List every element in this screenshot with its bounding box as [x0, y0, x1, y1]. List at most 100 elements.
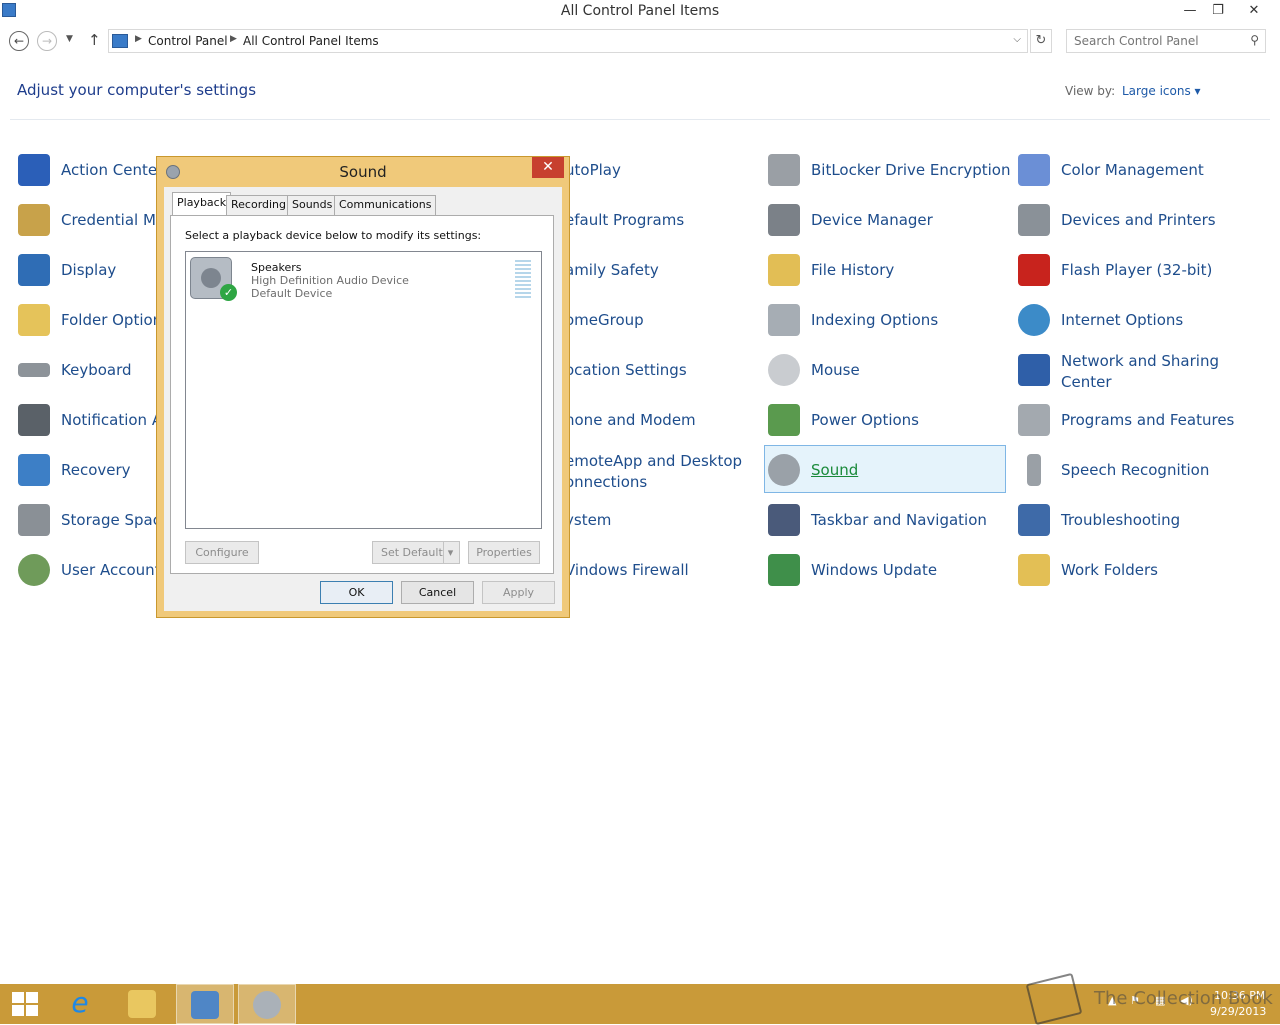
item-label: Troubleshooting	[1061, 511, 1181, 529]
breadcrumb-separator[interactable]: ▶	[135, 34, 142, 44]
set-default-button[interactable]: Set Default ▾	[372, 541, 460, 564]
device-manager-icon	[768, 204, 800, 236]
search-icon[interactable]: ⚲	[1250, 33, 1259, 47]
tab-playback[interactable]: Playback	[172, 192, 232, 216]
sound-dialog: Sound ✕ Playback Recording Sounds Commun…	[156, 156, 570, 618]
programs-icon	[1018, 404, 1050, 436]
view-by-dropdown[interactable]: Large icons ▾	[1122, 84, 1201, 98]
dialog-body: Playback Recording Sounds Communications…	[164, 187, 562, 611]
item-indexing-options[interactable]: Indexing Options	[765, 296, 1007, 344]
item-label: utoPlay	[565, 161, 621, 179]
device-status: Default Device	[251, 287, 333, 300]
item-flash-player[interactable]: Flash Player (32-bit)	[1015, 246, 1257, 294]
up-button[interactable]: ↑	[88, 31, 101, 49]
address-dropdown-icon[interactable]: ⌵	[1013, 34, 1021, 45]
device-name[interactable]: Speakers	[251, 261, 301, 274]
item-label: Keyboard	[61, 361, 132, 379]
breadcrumb-control-panel[interactable]: Control Panel	[148, 34, 228, 48]
restore-button[interactable]: ❐	[1204, 0, 1232, 22]
item-label: Action Center	[61, 161, 164, 179]
item-sound[interactable]: Sound	[764, 445, 1006, 493]
cancel-button[interactable]: Cancel	[401, 581, 474, 604]
breadcrumb-all-items[interactable]: All Control Panel Items	[243, 34, 379, 48]
apply-button[interactable]: Apply	[482, 581, 555, 604]
item-devices-printers[interactable]: Devices and Printers	[1015, 196, 1257, 244]
navigation-bar: ← → ▼ ↑ ▶ Control Panel ▶ All Control Pa…	[0, 28, 1280, 54]
item-label: File History	[811, 261, 895, 279]
item-label: Flash Player (32-bit)	[1061, 261, 1213, 279]
device-description: High Definition Audio Device	[251, 274, 409, 287]
item-internet-options[interactable]: Internet Options	[1015, 296, 1257, 344]
close-button[interactable]: ✕	[1240, 0, 1268, 22]
minimize-button[interactable]: —	[1176, 0, 1204, 22]
taskbar: e ▲ ⚑ ▦ ◀) 10:36 PM 9/29/2013	[0, 984, 1280, 1024]
refresh-button[interactable]: ↻	[1030, 29, 1052, 53]
breadcrumb-separator[interactable]: ▶	[230, 34, 237, 44]
mouse-icon	[768, 354, 800, 386]
item-network-sharing[interactable]: Network and Sharing Center	[1015, 346, 1257, 394]
item-color-management[interactable]: Color Management	[1015, 146, 1257, 194]
page-heading: Adjust your computer's settings	[17, 81, 257, 99]
windows-update-icon	[768, 554, 800, 586]
item-bitlocker[interactable]: BitLocker Drive Encryption	[765, 146, 1011, 194]
tab-sounds[interactable]: Sounds	[287, 195, 338, 215]
control-panel-icon	[112, 34, 128, 48]
magnifier-icon	[768, 304, 800, 336]
storage-icon	[18, 504, 50, 536]
file-explorer-icon	[128, 990, 156, 1018]
item-work-folders[interactable]: Work Folders	[1015, 546, 1257, 594]
start-button[interactable]	[0, 984, 50, 1024]
recovery-icon	[18, 454, 50, 486]
tab-recording[interactable]: Recording	[226, 195, 292, 215]
file-history-icon	[768, 254, 800, 286]
item-device-manager[interactable]: Device Manager	[765, 196, 1007, 244]
item-label: Taskbar and Navigation	[811, 511, 987, 529]
tab-communications[interactable]: Communications	[334, 195, 437, 215]
item-file-history[interactable]: File History	[765, 246, 1007, 294]
item-mouse[interactable]: Mouse	[765, 346, 1007, 394]
item-power-options[interactable]: Power Options	[765, 396, 1007, 444]
window-title: All Control Panel Items	[560, 3, 720, 19]
item-label: ystem	[565, 511, 612, 529]
printer-icon	[1018, 204, 1050, 236]
forward-button[interactable]: →	[37, 31, 57, 51]
taskbar-internet-explorer[interactable]: e	[52, 984, 110, 1024]
playback-panel: Select a playback device below to modify…	[170, 215, 554, 574]
search-input[interactable]	[1067, 30, 1237, 52]
item-speech-recognition[interactable]: Speech Recognition	[1015, 446, 1257, 494]
item-label: Sound	[811, 461, 859, 479]
item-label: emoteApp and Desktop onnections	[565, 452, 743, 491]
vault-icon	[18, 204, 50, 236]
search-box[interactable]: ⚲	[1066, 29, 1266, 53]
chevron-down-icon[interactable]: ▾	[443, 542, 457, 563]
item-taskbar-navigation[interactable]: Taskbar and Navigation	[765, 496, 1007, 544]
ok-button[interactable]: OK	[320, 581, 393, 604]
item-label: Work Folders	[1061, 561, 1158, 579]
item-label: Notification A	[61, 411, 163, 429]
notification-area-icon	[18, 404, 50, 436]
address-bar[interactable]: ▶ Control Panel ▶ All Control Panel Item…	[108, 29, 1028, 53]
taskbar-control-panel[interactable]	[176, 984, 234, 1024]
item-programs-features[interactable]: Programs and Features	[1015, 396, 1257, 444]
back-button[interactable]: ←	[9, 31, 29, 51]
taskbar-file-explorer[interactable]	[114, 984, 172, 1024]
item-label: Indexing Options	[811, 311, 939, 329]
properties-button[interactable]: Properties	[468, 541, 540, 564]
item-troubleshooting[interactable]: Troubleshooting	[1015, 496, 1257, 544]
keyboard-icon	[18, 363, 50, 377]
globe-icon	[1018, 304, 1050, 336]
recent-locations-dropdown[interactable]: ▼	[66, 34, 73, 44]
dialog-close-button[interactable]: ✕	[532, 157, 564, 178]
header-divider	[10, 119, 1270, 120]
item-label: Color Management	[1061, 161, 1204, 179]
item-label: BitLocker Drive Encryption	[811, 161, 1011, 179]
item-label: Folder Option	[61, 311, 163, 329]
item-windows-update[interactable]: Windows Update	[765, 546, 1007, 594]
configure-button[interactable]: Configure	[185, 541, 259, 564]
folder-icon	[18, 304, 50, 336]
item-label: Display	[61, 261, 117, 279]
item-label: Storage Space	[61, 511, 171, 529]
taskbar-sound[interactable]	[238, 984, 296, 1024]
device-list[interactable]: ✓ Speakers High Definition Audio Device …	[185, 251, 542, 529]
item-label: Network and Sharing Center	[1061, 352, 1219, 391]
